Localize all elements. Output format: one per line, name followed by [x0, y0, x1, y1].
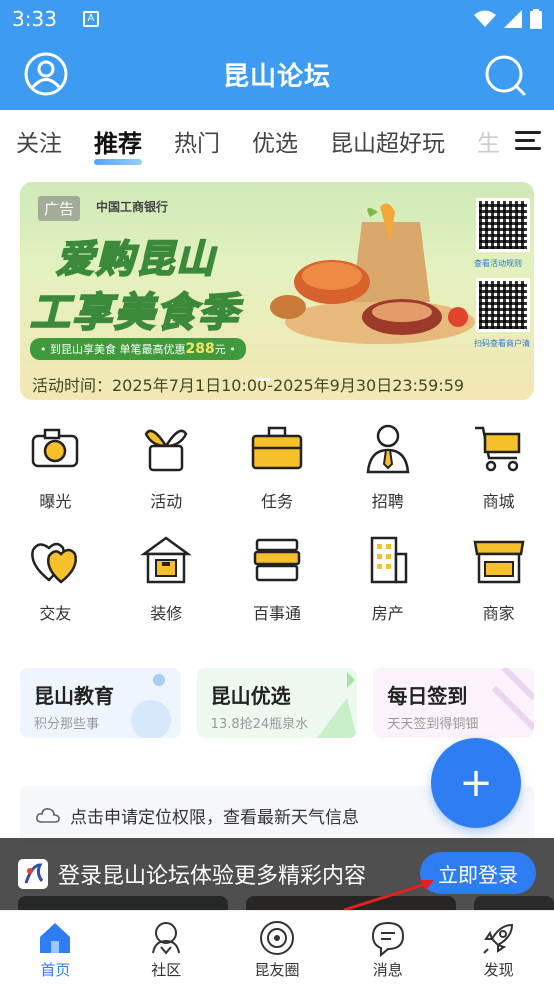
app-header: 昆山论坛 — [0, 38, 554, 110]
login-prompt-text: 登录昆山论坛体验更多精彩内容 — [58, 864, 367, 889]
status-icons — [474, 9, 542, 29]
grid-label: 房产 — [371, 604, 404, 623]
weather-text: 点击申请定位权限，查看最新天气信息 — [70, 807, 359, 828]
tab-follow[interactable]: 关注 — [16, 124, 62, 158]
tab-life[interactable]: 生 — [477, 124, 500, 158]
grid-item-exposure[interactable]: 曝光 — [0, 420, 111, 512]
banner-headline-2: 工享美食季 — [29, 289, 240, 337]
tab-menu-button[interactable] — [502, 110, 554, 172]
signal-icon — [504, 10, 522, 28]
banner-headline-1: 爱购昆山 — [55, 236, 217, 282]
login-prompt-bar: 登录昆山论坛体验更多精彩内容 立即登录 — [0, 838, 554, 912]
message-icon — [371, 921, 404, 957]
card-checkin[interactable]: 每日签到 天天签到得铜钿 — [373, 668, 535, 738]
house-hammer-icon — [140, 536, 193, 584]
nav-messages[interactable]: 消息 — [332, 911, 443, 984]
banner-pager — [256, 378, 270, 381]
grid-label: 活动 — [150, 492, 183, 511]
nav-label: 社区 — [151, 961, 182, 979]
grid-item-task[interactable]: 任务 — [222, 420, 333, 512]
grid-item-allround[interactable]: 百事通 — [222, 532, 333, 624]
qr-label-merchants: 扫码查看商户清 — [474, 339, 530, 348]
grid-label: 交友 — [39, 604, 72, 623]
battery-icon — [530, 9, 542, 29]
nav-label: 昆友圈 — [254, 961, 300, 979]
grid-label: 商家 — [482, 604, 515, 623]
promo-prefix: • 到昆山享美食 单笔最高优惠 — [40, 343, 186, 356]
grid-label: 商城 — [482, 492, 515, 511]
grid-item-mall[interactable]: 商城 — [443, 420, 554, 512]
grid-item-realestate[interactable]: 房产 — [332, 532, 443, 624]
shop-icon — [473, 540, 525, 584]
feature-grid: 曝光 活动 任务 招聘 商城 交友 装修 百事通 房产 商家 — [0, 420, 554, 624]
card-selection[interactable]: 昆山优选 13.8抢24瓶泉水 — [196, 668, 358, 738]
compose-fab[interactable]: + — [431, 738, 521, 828]
nav-friends-circle[interactable]: 昆友圈 — [222, 911, 333, 984]
page-title: 昆山论坛 — [222, 61, 331, 92]
menu-icon — [515, 131, 541, 150]
grid-item-decor[interactable]: 装修 — [111, 532, 222, 624]
cloud-icon — [36, 808, 60, 823]
building-icon — [370, 536, 408, 584]
grid-label: 招聘 — [371, 492, 404, 511]
category-tabs: 关注 推荐 热门 优选 昆山超好玩 生 — [0, 110, 554, 172]
qr-code-merchants-icon — [476, 278, 530, 332]
red-arrow-annotation-icon — [343, 880, 434, 912]
grid-item-merchant[interactable]: 商家 — [443, 532, 554, 624]
grid-item-activity[interactable]: 活动 — [111, 420, 222, 512]
nav-label: 首页 — [40, 961, 71, 979]
qr-label-rules: 查看活动规则 — [474, 259, 522, 268]
camera-icon — [32, 428, 79, 468]
status-bar: 3:33 A — [0, 0, 554, 38]
hearts-icon — [31, 542, 78, 584]
sprout-tv-icon — [144, 429, 188, 472]
cart-icon — [474, 426, 520, 472]
grid-label: 曝光 — [39, 492, 72, 511]
grid-label: 百事通 — [252, 604, 301, 623]
bank-logo-text: 中国工商银行 — [96, 200, 169, 214]
tab-recommend[interactable]: 推荐 — [94, 124, 142, 165]
person-tie-icon — [366, 424, 410, 474]
circle-icon — [259, 921, 294, 955]
nav-home[interactable]: 首页 — [0, 911, 111, 984]
grid-label: 装修 — [150, 604, 183, 623]
grid-label: 任务 — [260, 492, 293, 511]
briefcase-icon — [251, 426, 303, 470]
nav-label: 发现 — [483, 961, 514, 979]
grid-item-dating[interactable]: 交友 — [0, 532, 111, 624]
search-icon[interactable] — [484, 54, 526, 96]
card-education[interactable]: 昆山教育 积分那些事 — [20, 668, 181, 738]
nav-label: 消息 — [372, 961, 403, 979]
status-time: 3:33 — [12, 7, 57, 31]
bottom-nav: 首页 社区 昆友圈 消息 发现 — [0, 910, 554, 984]
promo-suffix: 元 • — [214, 343, 236, 356]
food-illustration-icon — [270, 203, 475, 344]
nav-community[interactable]: 社区 — [111, 911, 222, 984]
qr-code-rules-icon — [476, 198, 530, 252]
decor-triangle-icon — [317, 672, 358, 738]
ad-banner[interactable]: 广告 中国工商银行 爱购昆山 工享美食季 • 到昆山享美食 单笔最高优惠288元… — [20, 182, 534, 400]
banner-promo: • 到昆山享美食 单笔最高优惠288元 • — [30, 338, 246, 360]
feature-cards: 昆山教育 积分那些事 昆山优选 13.8抢24瓶泉水 每日签到 天天签到得铜钿 — [20, 668, 535, 738]
books-icon — [253, 538, 301, 582]
decor-circles-icon — [130, 674, 171, 738]
promo-amount: 288 — [185, 341, 215, 357]
decor-lines-icon — [491, 668, 535, 731]
notification-icon: A — [82, 11, 99, 27]
home-icon — [40, 923, 71, 953]
tab-selected[interactable]: 优选 — [252, 124, 298, 158]
grid-item-recruit[interactable]: 招聘 — [332, 420, 443, 512]
ad-tag: 广告 — [38, 196, 81, 221]
tab-kunshan-fun[interactable]: 昆山超好玩 — [330, 124, 445, 158]
nav-discover[interactable]: 发现 — [443, 911, 554, 984]
community-icon — [152, 922, 181, 955]
profile-icon[interactable] — [24, 52, 68, 96]
wifi-icon — [474, 10, 496, 27]
banner-period: 活动时间：2025年7月1日10:00-2025年9月30日23:59:59 — [32, 376, 465, 395]
app-logo-icon — [18, 859, 48, 889]
tab-hot[interactable]: 热门 — [174, 124, 220, 158]
rocket-icon — [482, 923, 513, 954]
